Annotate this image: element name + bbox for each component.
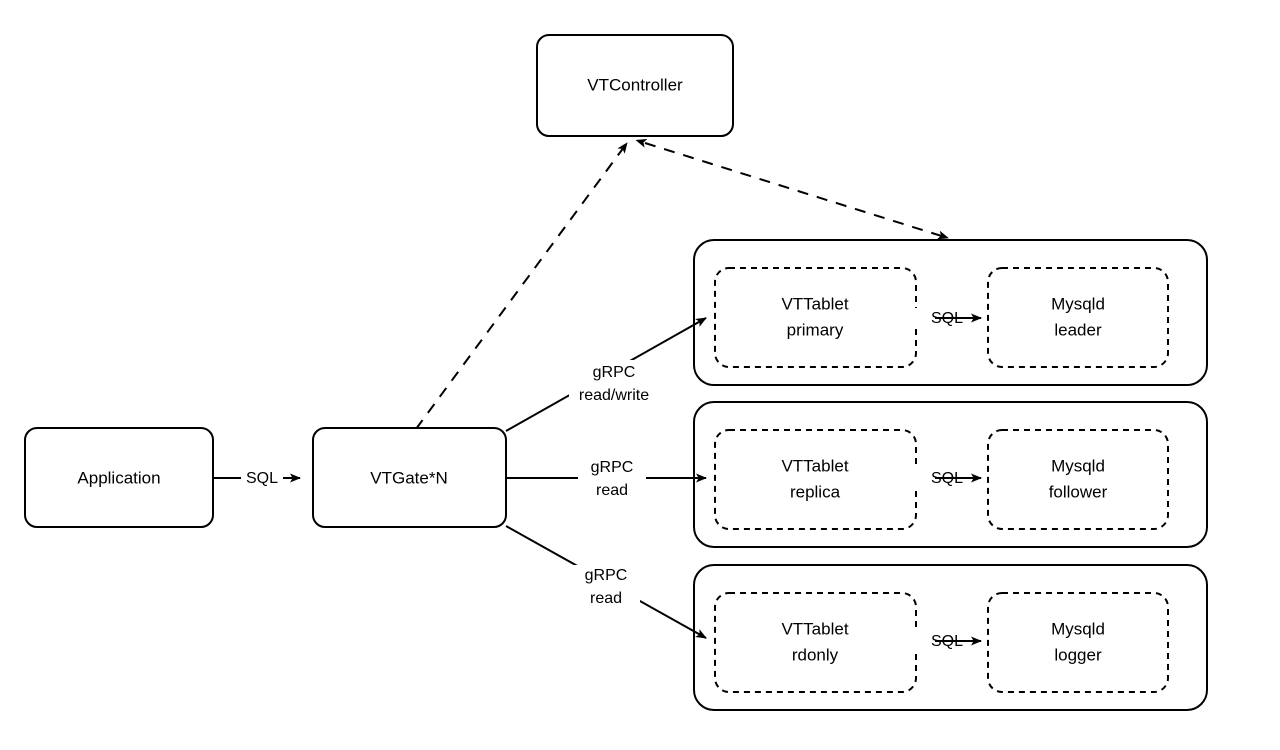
- edge-label-bg-rdonly-logger: [893, 631, 935, 651]
- node-vttablet-rdonly-label-line1: VTTablet: [781, 619, 848, 638]
- node-application-label: Application: [77, 468, 160, 487]
- node-vttablet-primary[interactable]: [714, 267, 917, 368]
- node-vtgate-label: VTGate*N: [370, 468, 447, 487]
- edge-vtcontroller-to-cluster-primary: [635, 139, 949, 240]
- edge-label-vtgate-to-tablet-rdonly-line2: read: [590, 590, 622, 607]
- edge-label-application-to-vtgate: SQL: [246, 470, 278, 487]
- edge-label-vtgate-to-tablet-rdonly-line1: gRPC: [585, 567, 628, 584]
- node-vttablet-primary-label-line2: primary: [787, 320, 844, 339]
- edge-label-vtgate-to-tablet-primary-line2: read/write: [579, 387, 649, 404]
- diagram-canvas: VTController Application VTGate*N VTTabl…: [24, 34, 1208, 711]
- node-mysqld-leader-label-line2: leader: [1054, 320, 1102, 339]
- node-mysqld-follower-label-line1: Mysqld: [1051, 456, 1105, 475]
- edge-label-bg-replica-follower: [893, 468, 935, 488]
- node-vttablet-rdonly[interactable]: [714, 592, 917, 693]
- node-mysqld-leader-label-line1: Mysqld: [1051, 294, 1105, 313]
- node-mysqld-leader[interactable]: [987, 267, 1169, 368]
- node-vttablet-replica-label-line2: replica: [790, 482, 841, 501]
- edge-label-tablet-rdonly-to-mysqld-logger: SQL: [931, 633, 963, 650]
- node-mysqld-follower[interactable]: [987, 429, 1169, 530]
- architecture-diagram: VTController Application VTGate*N VTTabl…: [0, 0, 1280, 750]
- edge-label-vtgate-to-tablet-replica-line1: gRPC: [591, 459, 634, 476]
- node-vttablet-replica[interactable]: [714, 429, 917, 530]
- edge-label-bg-primary-leader: [893, 308, 935, 328]
- node-vttablet-rdonly-label-line2: rdonly: [792, 645, 839, 664]
- node-vttablet-primary-label-line1: VTTablet: [781, 294, 848, 313]
- edge-label-tablet-replica-to-mysqld-follower: SQL: [931, 470, 963, 487]
- edge-label-tablet-primary-to-mysqld-leader: SQL: [931, 310, 963, 327]
- node-vtcontroller-label: VTController: [587, 75, 683, 94]
- node-mysqld-follower-label-line2: follower: [1049, 482, 1108, 501]
- node-mysqld-logger[interactable]: [987, 592, 1169, 693]
- node-mysqld-logger-label-line2: logger: [1054, 645, 1102, 664]
- node-vttablet-replica-label-line1: VTTablet: [781, 456, 848, 475]
- edge-label-vtgate-to-tablet-primary-line1: gRPC: [593, 364, 636, 381]
- edge-label-vtgate-to-tablet-replica-line2: read: [596, 482, 628, 499]
- node-mysqld-logger-label-line1: Mysqld: [1051, 619, 1105, 638]
